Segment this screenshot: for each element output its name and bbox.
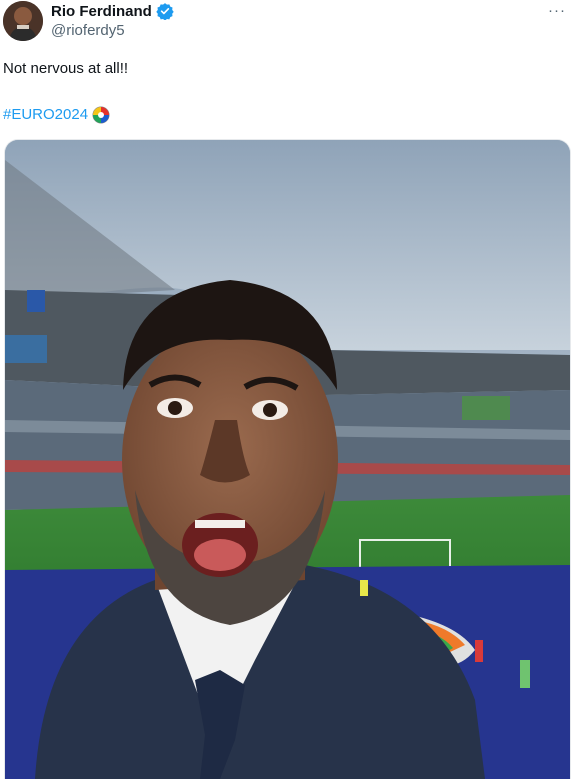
author-display-name[interactable]: Rio Ferdinand <box>51 3 152 20</box>
euro-ball-emoji-icon <box>92 106 110 124</box>
author-avatar[interactable] <box>3 1 43 41</box>
stadium-selfie-image <box>5 140 570 779</box>
tweet-header: Rio Ferdinand @rioferdy5 ··· <box>0 0 574 48</box>
verified-badge-icon <box>156 2 174 21</box>
author-handle[interactable]: @rioferdy5 <box>51 22 125 39</box>
tweet-photo[interactable] <box>4 139 571 779</box>
hashtag-row: #EURO2024 <box>3 105 110 125</box>
hashtag-link[interactable]: #EURO2024 <box>3 105 88 125</box>
more-options-icon[interactable]: ··· <box>548 2 566 19</box>
tweet-text: Not nervous at all!! <box>3 60 129 77</box>
